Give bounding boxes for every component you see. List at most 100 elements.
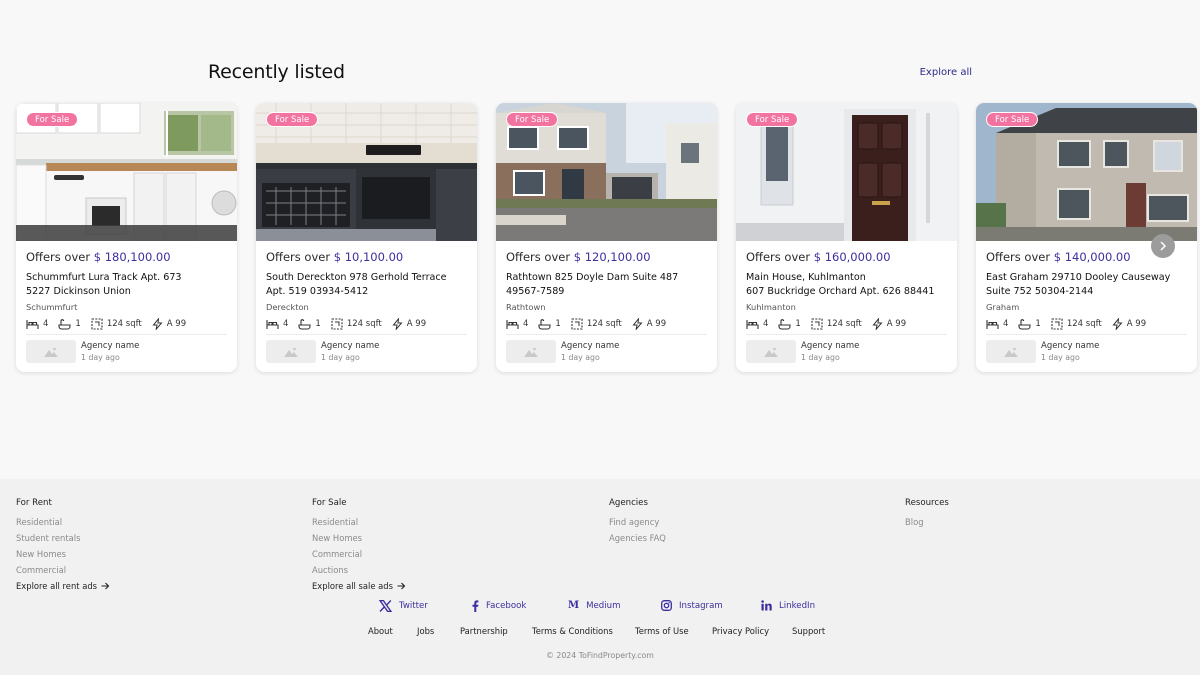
- for-sale-badge: For Sale: [506, 112, 559, 127]
- listing-price: Offers over $ 10,100.00: [266, 250, 403, 264]
- footer-col-agencies: Agencies Find agency Agencies FAQ: [609, 498, 666, 546]
- baths-feature: 1: [778, 318, 801, 330]
- beds-count: 4: [523, 319, 529, 329]
- listed-time: 1 day ago: [321, 353, 360, 362]
- footer-link[interactable]: Residential: [312, 514, 406, 530]
- address-line-1: Rathtown 825 Doyle Dam Suite 487: [506, 272, 679, 283]
- image-placeholder-icon: [284, 347, 298, 357]
- listing-card[interactable]: For Sale Offers over $ 120,100.00 Rathto…: [496, 103, 717, 372]
- for-sale-badge: For Sale: [26, 112, 79, 127]
- twitter-link[interactable]: Twitter: [379, 600, 428, 612]
- agency-name: Agency name: [1041, 341, 1100, 351]
- footer-heading: For Rent: [16, 498, 52, 508]
- price-prefix: Offers over: [506, 250, 571, 264]
- medium-link[interactable]: M Medium: [568, 600, 620, 611]
- beds-count: 4: [763, 319, 769, 329]
- agency-name: Agency name: [801, 341, 860, 351]
- terms-of-use-link[interactable]: Terms of Use: [635, 626, 689, 636]
- chevron-right-icon: [1160, 241, 1167, 251]
- listing-town: Graham: [986, 302, 1020, 312]
- arrow-right-icon: [397, 582, 406, 590]
- listing-card[interactable]: For Sale Offers over $ 10,100.00 South D…: [256, 103, 477, 372]
- instagram-link[interactable]: Instagram: [661, 600, 723, 611]
- partnership-link[interactable]: Partnership: [460, 626, 508, 636]
- for-sale-badge: For Sale: [746, 112, 799, 127]
- medium-label: Medium: [586, 600, 621, 611]
- beds-feature: 4: [986, 319, 1008, 330]
- terms-conditions-link[interactable]: Terms & Conditions: [532, 626, 613, 636]
- area-icon: [1051, 318, 1063, 330]
- footer-link[interactable]: Auctions: [312, 562, 406, 578]
- bed-icon: [746, 319, 759, 329]
- privacy-policy-link[interactable]: Privacy Policy: [712, 626, 769, 636]
- footer-link[interactable]: New Homes: [16, 546, 110, 562]
- explore-all-link[interactable]: Explore all: [920, 67, 972, 78]
- facebook-icon: [471, 600, 479, 612]
- listing-card[interactable]: For Sale Offers over $ 160,000.00 Main H…: [736, 103, 957, 372]
- area-feature: 124 sqft: [331, 318, 382, 330]
- energy-rating: A 99: [886, 319, 907, 329]
- footer-link[interactable]: Agencies FAQ: [609, 530, 666, 546]
- facebook-link[interactable]: Facebook: [471, 600, 526, 612]
- support-link[interactable]: Support: [792, 626, 825, 636]
- social-links: Twitter Facebook M Medium Instagram Link…: [0, 600, 1200, 616]
- listing-photo-kitchen: For Sale: [16, 103, 237, 241]
- bed-icon: [986, 319, 999, 329]
- price-prefix: Offers over: [26, 250, 91, 264]
- price-value: $ 160,000.00: [813, 250, 891, 264]
- footer-link[interactable]: Find agency: [609, 514, 666, 530]
- listing-features: 4 1 124 sqft A 99: [506, 317, 676, 331]
- price-prefix: Offers over: [746, 250, 811, 264]
- listing-address: South Dereckton 978 Gerhold Terrace Apt.…: [266, 271, 471, 299]
- listing-town: Schummfurt: [26, 302, 78, 312]
- price-value: $ 140,000.00: [1053, 250, 1131, 264]
- listing-card[interactable]: For Sale Offers over $ 180,100.00 Schumm…: [16, 103, 237, 372]
- footer-col-resources: Resources Blog: [905, 498, 949, 530]
- listed-time: 1 day ago: [561, 353, 600, 362]
- lightning-icon: [872, 318, 883, 330]
- about-link[interactable]: About: [368, 626, 393, 636]
- address-line-1: Main House, Kuhlmanton: [746, 272, 866, 283]
- footer-link[interactable]: Blog: [905, 514, 949, 530]
- bed-icon: [266, 319, 279, 329]
- energy-rating: A 99: [406, 319, 427, 329]
- listing-town: Kuhlmanton: [746, 302, 796, 312]
- energy-feature: A 99: [1112, 318, 1146, 330]
- jobs-link[interactable]: Jobs: [417, 626, 434, 636]
- carousel-next-button[interactable]: [1151, 234, 1175, 258]
- footer-link[interactable]: Commercial: [312, 546, 406, 562]
- footer-link[interactable]: Residential: [16, 514, 110, 530]
- listing-photo-semi-detached: For Sale: [496, 103, 717, 241]
- footer-link[interactable]: Commercial: [16, 562, 110, 578]
- energy-feature: A 99: [392, 318, 426, 330]
- linkedin-link[interactable]: LinkedIn: [761, 600, 815, 611]
- agency-name: Agency name: [321, 341, 380, 351]
- lightning-icon: [152, 318, 163, 330]
- site-footer: For Rent Residential Student rentals New…: [0, 479, 1200, 675]
- agency-logo-placeholder: [506, 340, 556, 363]
- linkedin-label: LinkedIn: [779, 600, 816, 611]
- area-feature: 124 sqft: [811, 318, 862, 330]
- recently-listed-header: Recently listed Explore all: [208, 61, 972, 87]
- address-line-1: East Graham 29710 Dooley Causeway: [986, 272, 1171, 283]
- price-prefix: Offers over: [986, 250, 1051, 264]
- footer-link[interactable]: Student rentals: [16, 530, 110, 546]
- agency-name: Agency name: [561, 341, 620, 351]
- listing-photo-dishwasher: For Sale: [256, 103, 477, 241]
- baths-count: 1: [1035, 319, 1041, 329]
- bath-icon: [778, 318, 791, 330]
- address-line-2: 5227 Dickinson Union: [26, 286, 131, 297]
- listing-address: Schummfurt Lura Track Apt. 673 5227 Dick…: [26, 271, 231, 299]
- beds-feature: 4: [266, 319, 288, 330]
- footer-link[interactable]: New Homes: [312, 530, 406, 546]
- energy-feature: A 99: [632, 318, 666, 330]
- explore-rent-link[interactable]: Explore all rent ads: [16, 578, 110, 594]
- explore-sale-link[interactable]: Explore all sale ads: [312, 578, 406, 594]
- lightning-icon: [632, 318, 643, 330]
- baths-feature: 1: [298, 318, 321, 330]
- image-placeholder-icon: [44, 347, 58, 357]
- bath-icon: [58, 318, 71, 330]
- for-sale-badge: For Sale: [266, 112, 319, 127]
- for-sale-badge: For Sale: [986, 112, 1039, 127]
- area-icon: [571, 318, 583, 330]
